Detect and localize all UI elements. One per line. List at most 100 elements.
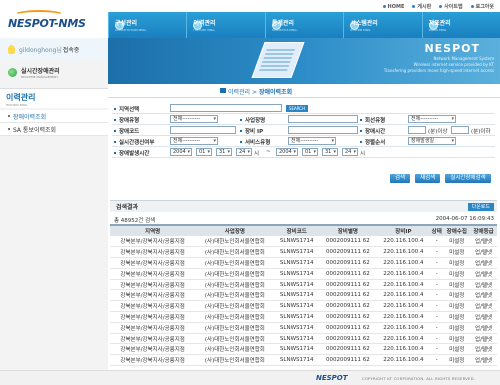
username: gildonghong님	[19, 46, 62, 54]
table-cell: 220.116.100.4	[376, 343, 431, 356]
table-cell: SLNWS1714	[274, 311, 319, 323]
to-hour-select[interactable]: 24	[342, 148, 358, 156]
nespot-nms-logo[interactable]: NESPOT-NMS	[8, 8, 104, 32]
realtime-search-button[interactable]: 실시간장애검색	[445, 174, 491, 183]
top-links: HOME 게시판 사이트맵 로그아웃	[382, 3, 494, 10]
table-row[interactable]: 강북본부/강북지사/공릉지점 (사)대한노인회서울연합회 SLNWS1714 0002…	[110, 322, 497, 334]
footer-logo: NESPOT	[316, 374, 348, 382]
table-cell: 0002009111 62	[318, 289, 377, 302]
sidebar-item-sa-history[interactable]: SA 통보이력조회	[0, 123, 108, 136]
table-cell: -	[430, 279, 444, 291]
fault-time-max-input[interactable]	[451, 126, 469, 134]
toplink-home[interactable]: HOME	[382, 3, 404, 10]
service-type-select[interactable]: 전체----------	[288, 137, 336, 145]
to-day-select[interactable]: 31	[322, 148, 338, 156]
realtime-update-select[interactable]: 전체----------	[170, 137, 218, 145]
table-row[interactable]: 강북본부/강북지사/공릉지점 (사)대한노인회서울연합회 SLNWS1714 0002…	[110, 268, 497, 280]
toplink-sitemap[interactable]: 사이트맵	[439, 3, 463, 10]
table-cell: -	[430, 343, 444, 356]
to-month-select[interactable]: 01	[302, 148, 318, 156]
fault-code-input[interactable]	[170, 126, 236, 134]
col-equip-alias[interactable]: 장비별명	[318, 224, 377, 236]
region-search-button[interactable]: SEARCH	[286, 105, 308, 112]
branch-input[interactable]	[288, 115, 358, 123]
nav-statistics[interactable]: 통계관리 STATISTICS MNG.	[264, 12, 343, 38]
region-label: 지역선택	[114, 105, 139, 113]
to-year-select[interactable]: 2004	[276, 148, 298, 156]
table-cell: 0002009111 62	[318, 268, 377, 280]
form-row: 지역선택 SEARCH	[112, 103, 495, 114]
table-cell: 업/텔넷	[470, 268, 497, 280]
download-button[interactable]: 다운로드	[467, 203, 494, 211]
table-cell: 미설정	[443, 354, 471, 367]
table-cell: -	[430, 300, 444, 313]
table-row[interactable]: 강북본부/강북지사/공릉지점 (사)대한노인회서울연합회 SLNWS1714 0002…	[110, 279, 497, 291]
table-row[interactable]: 강북본부/강북지사/공릉지점 (사)대한노인회서울연합회 SLNWS1714 0002…	[110, 236, 497, 248]
table-row[interactable]: 강북본부/강북지사/공릉지점 (사)대한노인회서울연합회 SLNWS1714 0002…	[110, 343, 497, 356]
fault-type-select[interactable]: 전체----------	[170, 115, 218, 123]
bullet-icon	[360, 130, 362, 132]
table-cell: 220.116.100.4	[376, 311, 431, 323]
from-month-select[interactable]: 01	[196, 148, 212, 156]
ip-label: 장비 IP	[240, 127, 263, 135]
research-button[interactable]: 재검색	[415, 174, 441, 183]
table-row[interactable]: 강북본부/강북지사/공릉지점 (사)대한노인회서울연합회 SLNWS1714 0002…	[110, 354, 497, 367]
toplink-logout[interactable]: 로그아웃	[470, 3, 494, 10]
bullet-icon	[240, 141, 242, 143]
breadcrumb-parent[interactable]: 이력관리	[228, 89, 250, 96]
table-cell: (사)대한노인회서울연합회	[195, 333, 275, 345]
table-cell: 업/텔넷	[470, 257, 497, 269]
fault-time-min-input[interactable]	[408, 126, 426, 134]
table-row[interactable]: 강북본부/강북지사/공릉지점 (사)대한노인회서울연합회 SLNWS1714 0002…	[110, 300, 497, 313]
banner-brand: NESPOT	[424, 42, 480, 55]
from-hour-select[interactable]: 24	[236, 148, 252, 156]
table-cell: 미설정	[443, 268, 471, 280]
table-cell: 업/텔넷	[470, 311, 497, 323]
col-branch[interactable]: 사업장명	[195, 224, 275, 236]
table-cell: SLNWS1714	[274, 268, 319, 280]
table-row[interactable]: 강북본부/강북지사/공릉지점 (사)대한노인회서울연합회 SLNWS1714 0002…	[110, 246, 497, 259]
table-cell: -	[430, 322, 444, 334]
nav-constitution[interactable]: 구성관리 CONSTITUTION MNG.	[108, 12, 186, 38]
table-cell: 0002009111 62	[318, 279, 377, 291]
ip-input[interactable]	[288, 126, 358, 134]
fault-code-label: 장애코드	[114, 127, 139, 135]
nav-index[interactable]: 지표관리 INDEX MNG.	[421, 12, 500, 38]
toplink-board[interactable]: 게시판	[412, 3, 431, 10]
col-equip-ip[interactable]: 장비IP	[376, 224, 431, 236]
region-input[interactable]	[170, 104, 282, 112]
nav-history[interactable]: 이력관리 HISTORY MNG.	[186, 12, 264, 38]
realtime-link[interactable]: 실시간장애관리 REALTIME MANAGEMENT	[0, 60, 108, 84]
col-collect[interactable]: 장애수집	[443, 224, 471, 236]
line-type-select[interactable]: 전체----------	[408, 115, 456, 123]
table-cell: 미설정	[443, 289, 471, 302]
header: NESPOT-NMS HOME 게시판 사이트맵 로그아웃 구성관리 CONSTI…	[0, 0, 500, 38]
table-row[interactable]: 강북본부/강북지사/공릉지점 (사)대한노인회서울연합회 SLNWS1714 0002…	[110, 257, 497, 269]
table-cell: 220.116.100.4	[376, 257, 431, 269]
table-cell: 미설정	[443, 246, 471, 259]
nav-system[interactable]: 시스템관리 SYSTEM MNG.	[343, 12, 421, 38]
bullet-icon	[470, 5, 474, 8]
table-cell: -	[430, 268, 444, 280]
table-cell: 업/텔넷	[470, 333, 497, 345]
search-button[interactable]: 검색	[390, 174, 411, 183]
table-cell: SLNWS1714	[274, 322, 319, 334]
table-cell: -	[430, 236, 444, 248]
table-cell: 미설정	[443, 333, 471, 345]
table-row[interactable]: 강북본부/강북지사/공릉지점 (사)대한노인회서울연합회 SLNWS1714 0002…	[110, 311, 497, 323]
table-cell: 미설정	[443, 322, 471, 334]
col-status[interactable]: 상태	[430, 224, 444, 236]
hour-unit: 시	[254, 151, 260, 157]
table-cell: 업/텔넷	[470, 246, 497, 259]
results-header: 검색결과 다운로드	[110, 200, 497, 212]
table-cell: 강북본부/강북지사/공릉지점	[110, 279, 196, 291]
col-equip-code[interactable]: 장비코드	[274, 224, 319, 236]
table-row[interactable]: 강북본부/강북지사/공릉지점 (사)대한노인회서울연합회 SLNWS1714 0002…	[110, 289, 497, 302]
from-day-select[interactable]: 31	[216, 148, 232, 156]
from-year-select[interactable]: 2004	[170, 148, 192, 156]
table-row[interactable]: 강북본부/강북지사/공릉지점 (사)대한노인회서울연합회 SLNWS1714 0002…	[110, 333, 497, 345]
sidebar-item-fault-history[interactable]: 장애이력조회	[0, 110, 108, 123]
col-region[interactable]: 지역명	[110, 224, 196, 236]
sort-select[interactable]: 장애발생일	[408, 137, 456, 145]
col-grade[interactable]: 장애등급	[470, 224, 497, 236]
